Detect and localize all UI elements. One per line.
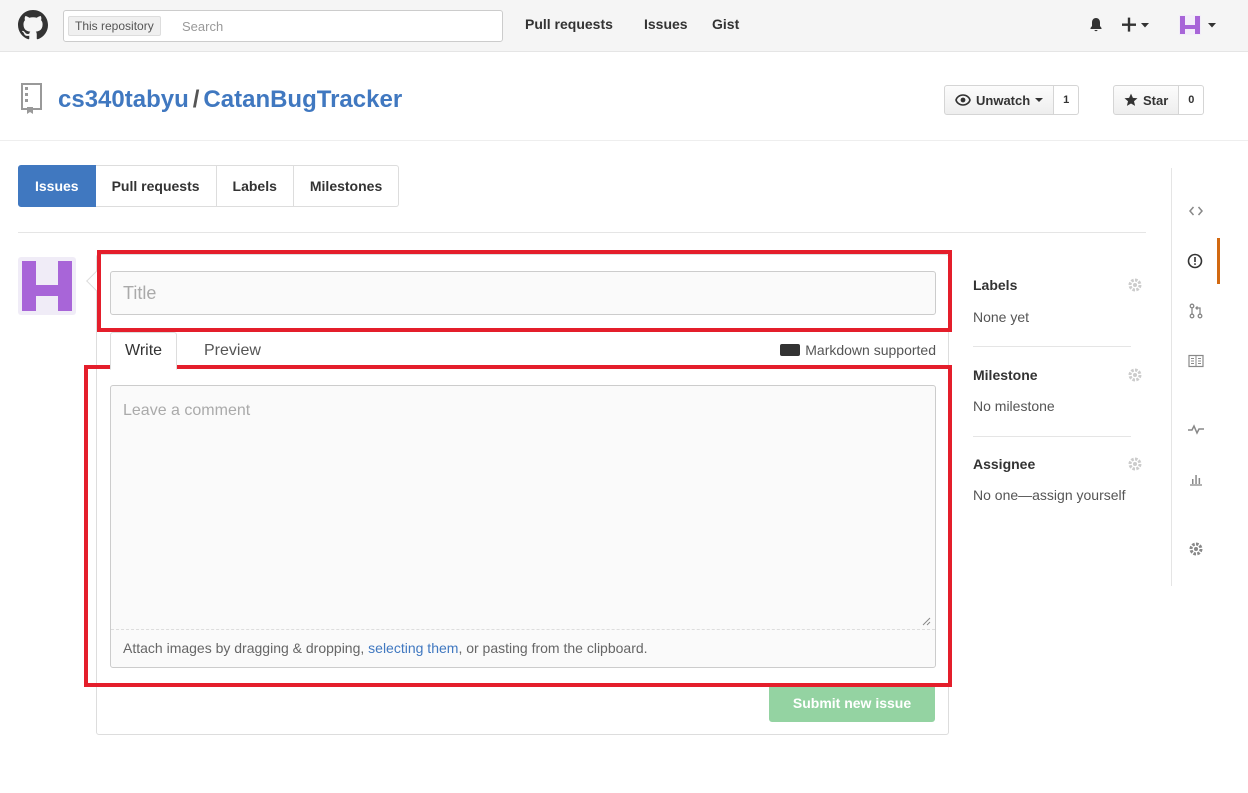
header-link-pull-requests[interactable]: Pull requests — [525, 16, 613, 32]
repo-nav-pull-requests[interactable] — [1172, 288, 1220, 334]
watch-count[interactable]: 1 — [1054, 85, 1080, 115]
repo-book-icon — [21, 83, 42, 114]
pulse-icon — [1188, 424, 1204, 435]
sidebar-divider — [973, 436, 1131, 437]
issue-icon — [1187, 253, 1202, 269]
bell-icon[interactable] — [1088, 10, 1104, 40]
unwatch-label: Unwatch — [976, 92, 1031, 108]
markdown-icon — [780, 344, 801, 356]
repo-nav-code[interactable] — [1172, 188, 1220, 234]
star-count[interactable]: 0 — [1179, 85, 1205, 115]
caret-down-icon — [1035, 98, 1044, 102]
repo-separator: / — [192, 86, 200, 113]
caret-down-icon[interactable] — [1140, 10, 1150, 40]
markdown-note-label: Markdown supported — [805, 342, 936, 358]
header-link-issues[interactable]: Issues — [644, 16, 688, 32]
repo-owner-link[interactable]: cs340tabyu — [58, 86, 189, 113]
repo-nav-settings[interactable] — [1172, 526, 1220, 572]
watch-button-group: Unwatch 1 — [944, 85, 1080, 115]
star-button-group: Star 0 — [1113, 85, 1205, 115]
wiki-icon — [1188, 354, 1204, 368]
star-label: Star — [1143, 92, 1169, 108]
issues-subnav: Issues Pull requests Labels Milestones — [18, 165, 400, 207]
repo-nav-wiki[interactable] — [1172, 338, 1220, 384]
subnav-pull-requests[interactable]: Pull requests — [95, 165, 217, 207]
repo-header-divider — [0, 140, 1248, 141]
sidebar-labels-title[interactable]: Labels — [973, 277, 1017, 293]
plus-icon[interactable] — [1120, 10, 1138, 40]
code-icon — [1189, 206, 1203, 216]
eye-icon — [955, 94, 971, 106]
site-header: This repository Pull requests Issues Gis… — [0, 0, 1248, 52]
octocat-logo-icon[interactable] — [18, 10, 48, 40]
header-link-gist[interactable]: Gist — [712, 16, 739, 32]
user-avatar-icon — [22, 261, 72, 311]
avatar-icon[interactable] — [1178, 10, 1202, 40]
comment-highlight-box — [84, 365, 952, 687]
gear-icon[interactable] — [1127, 277, 1143, 293]
search-scope-badge: This repository — [68, 16, 161, 36]
search-input[interactable] — [182, 15, 492, 37]
repo-nav-pulse[interactable] — [1172, 406, 1220, 452]
subnav-issues[interactable]: Issues — [18, 165, 96, 207]
avatar — [18, 257, 76, 315]
sidebar-milestone-title[interactable]: Milestone — [973, 367, 1038, 383]
search-box[interactable]: This repository — [63, 10, 503, 42]
repo-title: cs340tabyu / CatanBugTracker — [58, 85, 402, 115]
submit-new-issue-button[interactable]: Submit new issue — [769, 684, 935, 722]
graphs-icon — [1190, 475, 1202, 486]
caret-down-icon[interactable] — [1207, 10, 1217, 40]
sidebar-milestone-value: No milestone — [973, 398, 1055, 414]
markdown-supported-note[interactable]: Markdown supported — [780, 342, 936, 358]
tab-write[interactable]: Write — [110, 332, 178, 370]
settings-icon — [1189, 542, 1203, 556]
sidebar-assignee-value[interactable]: No one—assign yourself — [973, 487, 1126, 503]
unwatch-button[interactable]: Unwatch — [944, 85, 1055, 115]
pull-request-icon — [1189, 303, 1203, 319]
subnav-divider — [18, 232, 1146, 233]
sidebar-divider — [973, 346, 1131, 347]
star-icon — [1124, 93, 1138, 106]
sidebar-assignee-title[interactable]: Assignee — [973, 456, 1035, 472]
repo-nav-issues[interactable] — [1172, 238, 1220, 284]
title-highlight-box — [97, 250, 952, 332]
subnav-milestones[interactable]: Milestones — [293, 165, 400, 207]
repo-name-link[interactable]: CatanBugTracker — [203, 86, 402, 113]
repo-nav — [1171, 168, 1221, 586]
star-button[interactable]: Star — [1113, 85, 1180, 115]
gear-icon[interactable] — [1127, 367, 1143, 383]
gear-icon[interactable] — [1127, 456, 1143, 472]
sidebar-labels-value: None yet — [973, 309, 1030, 325]
repo-nav-graphs[interactable] — [1172, 456, 1220, 502]
subnav-labels[interactable]: Labels — [216, 165, 294, 207]
